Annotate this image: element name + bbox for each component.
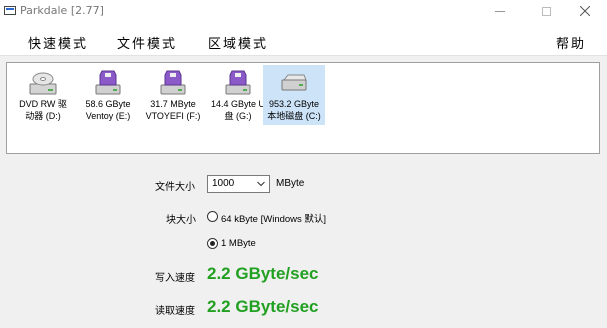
write-speed-value: 2.2 GByte/sec [207,264,319,283]
drive-list: DVD RW 驱 动器 (D:) 58.6 GByte Ventoy (E:) … [6,62,600,154]
read-speed-value: 2.2 GByte/sec [207,297,319,316]
file-size-value: 1000 [212,178,235,189]
minimize-button[interactable] [478,0,522,22]
file-size-unit: MByte [276,178,305,189]
file-size-select[interactable]: 1000 [207,175,270,193]
drive-label: 953.2 GByte 本地磁盘 (C:) [267,99,321,121]
maximize-icon [541,6,551,16]
drive-label: 14.4 GByte U 盘 (G:) [210,99,266,121]
hard-drive-icon [281,74,307,91]
drive-label: 31.7 MByte VTOYEFI (F:) [145,99,201,121]
menu-block-mode[interactable]: 区域模式 [208,33,268,52]
menu-file-mode[interactable]: 文件模式 [117,33,177,52]
drive-label: DVD RW 驱 动器 (D:) [19,99,67,121]
file-size-label: 文件大小 [155,182,195,193]
block-size-64k-radio[interactable] [207,211,218,222]
drive-item-g[interactable]: 14.4 GByte U 盘 (G:) [206,65,270,125]
read-speed-label: 读取速度 [155,306,195,317]
drive-item-c[interactable]: 953.2 GByte 本地磁盘 (C:) [263,65,325,125]
close-button[interactable] [563,0,607,22]
optical-drive-icon [29,72,57,95]
menu-help[interactable]: 帮助 [556,33,586,52]
maximize-button[interactable] [524,0,568,22]
minimize-icon [495,10,505,12]
drive-item-e[interactable]: 58.6 GByte Ventoy (E:) [76,65,140,125]
usb-drive-icon [225,70,251,95]
window-title: Parkdale [2.77] [20,4,104,17]
drive-label: 58.6 GByte Ventoy (E:) [85,99,131,121]
usb-drive-icon [95,70,121,95]
menu-bar: 快速模式 文件模式 区域模式 帮助 [0,24,607,56]
block-size-64k-label[interactable]: 64 kByte [Windows 默认] [221,211,326,225]
close-icon [580,6,590,16]
chevron-down-icon [257,181,265,187]
drive-item-d[interactable]: DVD RW 驱 动器 (D:) [11,65,75,125]
drive-item-f[interactable]: 31.7 MByte VTOYEFI (F:) [141,65,205,125]
write-speed-label: 写入速度 [155,273,195,284]
menu-quick-mode[interactable]: 快速模式 [28,33,88,52]
title-bar: Parkdale [2.77] [0,0,607,24]
usb-drive-icon [160,70,186,95]
app-icon [4,6,16,15]
block-size-1m-label[interactable]: 1 MByte [221,238,256,249]
block-size-label: 块大小 [166,215,196,226]
block-size-1m-radio[interactable] [207,238,218,249]
